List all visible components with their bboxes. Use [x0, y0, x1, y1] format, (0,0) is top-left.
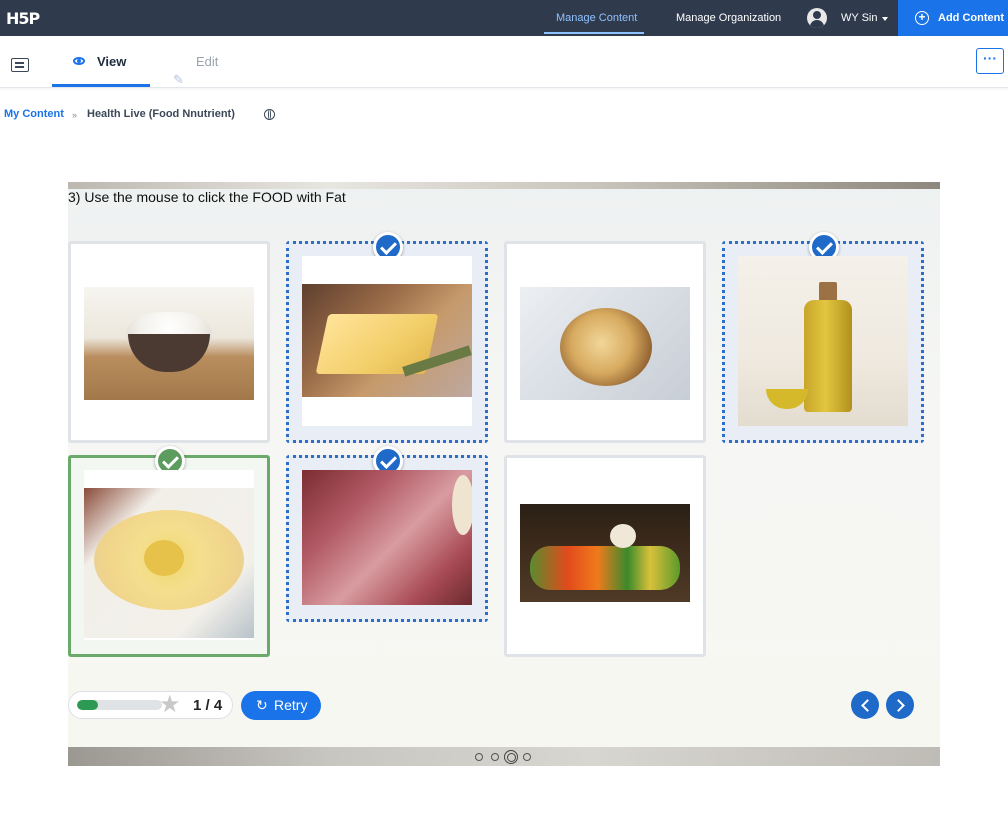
meat-image [302, 470, 472, 605]
tab-edit-label: Edit [196, 54, 219, 69]
butter-image [302, 256, 472, 426]
slide-dot-1[interactable] [475, 753, 483, 761]
retry-button[interactable]: ↻ Retry [241, 691, 321, 720]
olive-oil-image [738, 256, 908, 426]
tab-edit[interactable]: ✎ Edit [168, 36, 238, 87]
add-content-button[interactable]: + Add Content [898, 0, 1008, 36]
page-title: Health Live (Food Nnutrient) [87, 108, 235, 120]
plus-circle-icon: + [915, 11, 929, 25]
slide-dot-3-current[interactable] [504, 750, 518, 764]
nav-manage-organization[interactable]: Manage Organization [676, 0, 781, 36]
content-toolbar [0, 36, 1008, 88]
retry-label: Retry [274, 697, 308, 713]
food-card-rice[interactable] [68, 241, 270, 443]
slide-dot-4[interactable] [523, 753, 531, 761]
h5p-logo[interactable]: H5P [6, 9, 40, 28]
h5p-content-area: 3) Use the mouse to click the FOOD with … [68, 182, 940, 766]
chevron-down-icon [882, 17, 888, 21]
previous-slide-button[interactable] [851, 691, 879, 719]
score-bar: ★ 1 / 4 [68, 691, 233, 719]
food-card-meat[interactable] [286, 446, 488, 622]
tab-view[interactable]: View [52, 36, 150, 87]
food-card-cheese[interactable] [68, 446, 270, 657]
question-text: 3) Use the mouse to click the FOOD with … [68, 189, 346, 205]
cheese-image [84, 470, 254, 640]
vegetables-image [520, 470, 690, 640]
food-card-olive-oil[interactable] [722, 232, 924, 443]
bread-image [520, 256, 690, 426]
tab-view-label: View [97, 54, 127, 69]
star-icon: ★ [159, 691, 181, 718]
globe-icon [264, 109, 275, 120]
nav-active-indicator [544, 32, 644, 34]
progress-bar [77, 700, 162, 710]
tab-active-indicator [52, 84, 150, 87]
user-avatar-icon[interactable] [807, 8, 827, 28]
more-options-button[interactable]: ··· [976, 48, 1004, 74]
eye-icon [73, 57, 85, 65]
food-card-butter[interactable] [286, 232, 488, 443]
user-menu[interactable]: WY Sin [841, 0, 877, 36]
rice-image [84, 256, 254, 426]
pencil-icon: ✎ [173, 72, 184, 87]
food-card-bread[interactable] [504, 241, 706, 443]
food-card-vegetables[interactable] [504, 455, 706, 657]
progress-fill [77, 700, 99, 710]
nav-manage-content[interactable]: Manage Content [556, 0, 637, 36]
top-bar: H5P Manage Content Manage Organization W… [0, 0, 1008, 36]
breadcrumb-separator: » [72, 110, 78, 120]
stage-top-border [68, 182, 940, 189]
retry-icon: ↻ [256, 697, 268, 713]
breadcrumb-my-content[interactable]: My Content [4, 108, 64, 120]
content-list-icon[interactable] [11, 58, 29, 72]
next-slide-button[interactable] [886, 691, 914, 719]
score-text: 1 / 4 [193, 697, 223, 714]
add-content-label: Add Content [938, 12, 1004, 24]
slide-dot-2[interactable] [491, 753, 499, 761]
